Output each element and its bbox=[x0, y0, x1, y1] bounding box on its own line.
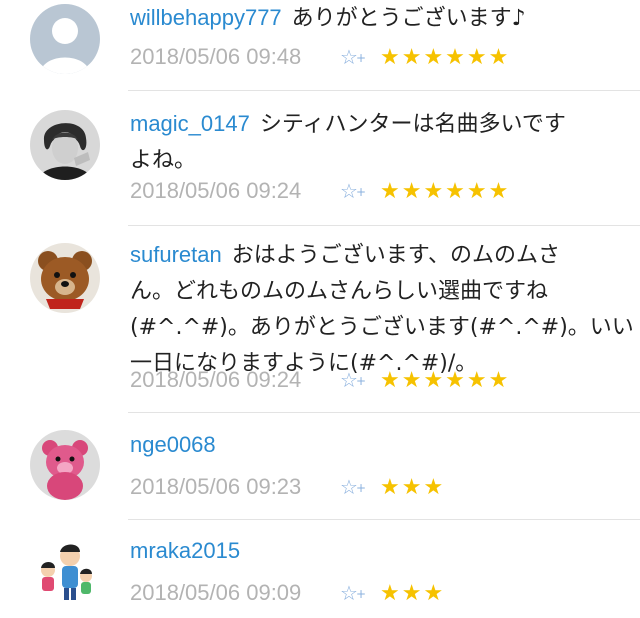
star-rating: ★★★★★★ bbox=[380, 178, 511, 204]
comment-meta: 2018/05/06 09:23 ☆ + ★★★ bbox=[130, 472, 445, 502]
comment-text: ん。どれものムのムさんらしい選曲ですね bbox=[130, 279, 549, 304]
comment-text: ありがとうございます♪ bbox=[291, 6, 526, 31]
star-rating: ★★★ bbox=[380, 580, 446, 606]
timestamp: 2018/05/06 09:24 bbox=[130, 367, 302, 392]
add-star-button[interactable]: ☆ + bbox=[340, 368, 374, 392]
comment-text-block: willbehappy777 ありがとうございます♪ bbox=[130, 0, 610, 37]
username-link[interactable]: nge0068 bbox=[130, 432, 216, 457]
username-link[interactable]: sufuretan bbox=[130, 242, 222, 267]
username-link[interactable]: mraka2015 bbox=[130, 538, 240, 563]
comment-text: よね。 bbox=[130, 148, 197, 173]
divider bbox=[128, 412, 640, 413]
username-link[interactable]: willbehappy777 bbox=[130, 5, 282, 30]
comment-text-block: mraka2015 bbox=[130, 533, 610, 570]
comment-meta: 2018/05/06 09:24 ☆ + ★★★★★★ bbox=[130, 176, 510, 206]
pink-bear-icon bbox=[30, 430, 100, 500]
comment-text-block: nge0068 bbox=[130, 427, 610, 464]
divider bbox=[128, 225, 640, 226]
avatar[interactable] bbox=[30, 430, 100, 500]
comment-text: おはようございます、のムのムさ bbox=[231, 243, 560, 268]
add-star-button[interactable]: ☆ + bbox=[340, 179, 374, 203]
comment-meta: 2018/05/06 09:09 ☆ + ★★★ bbox=[130, 578, 445, 608]
divider bbox=[128, 519, 640, 520]
comment-meta: 2018/05/06 09:48 ☆ + ★★★★★★ bbox=[130, 42, 510, 72]
add-star-button[interactable]: ☆ + bbox=[340, 475, 374, 499]
user-silhouette-icon bbox=[30, 4, 100, 74]
add-star-button[interactable]: ☆ + bbox=[340, 581, 374, 605]
add-star-button[interactable]: ☆ + bbox=[340, 45, 374, 69]
timestamp: 2018/05/06 09:48 bbox=[130, 44, 302, 69]
comment-meta: 2018/05/06 09:24 ☆ + ★★★★★★ bbox=[130, 365, 510, 395]
comment-text-block: magic_0147 シティハンターは名曲多いです よね。 bbox=[130, 106, 610, 179]
timestamp: 2018/05/06 09:23 bbox=[130, 474, 302, 499]
comment-text-block: sufuretan おはようございます、のムのムさ ん。どれものムのムさんらしい選… bbox=[130, 237, 634, 382]
star-rating: ★★★★★★ bbox=[380, 367, 511, 393]
man-portrait-icon bbox=[30, 110, 100, 180]
avatar[interactable] bbox=[30, 538, 100, 608]
comment-text: シティハンターは名曲多いです bbox=[259, 112, 566, 137]
avatar[interactable] bbox=[30, 243, 100, 313]
teddy-bear-icon bbox=[30, 243, 100, 313]
username-link[interactable]: magic_0147 bbox=[130, 111, 250, 136]
timestamp: 2018/05/06 09:09 bbox=[130, 580, 302, 605]
cartoon-family-icon bbox=[30, 538, 100, 608]
star-rating: ★★★★★★ bbox=[380, 44, 511, 70]
avatar[interactable] bbox=[30, 110, 100, 180]
avatar[interactable] bbox=[30, 4, 100, 74]
star-rating: ★★★ bbox=[380, 474, 446, 500]
divider bbox=[128, 90, 640, 91]
comment-text: (#^.^#)。ありがとうございます(#^.^#)。いい bbox=[130, 315, 634, 340]
timestamp: 2018/05/06 09:24 bbox=[130, 178, 302, 203]
